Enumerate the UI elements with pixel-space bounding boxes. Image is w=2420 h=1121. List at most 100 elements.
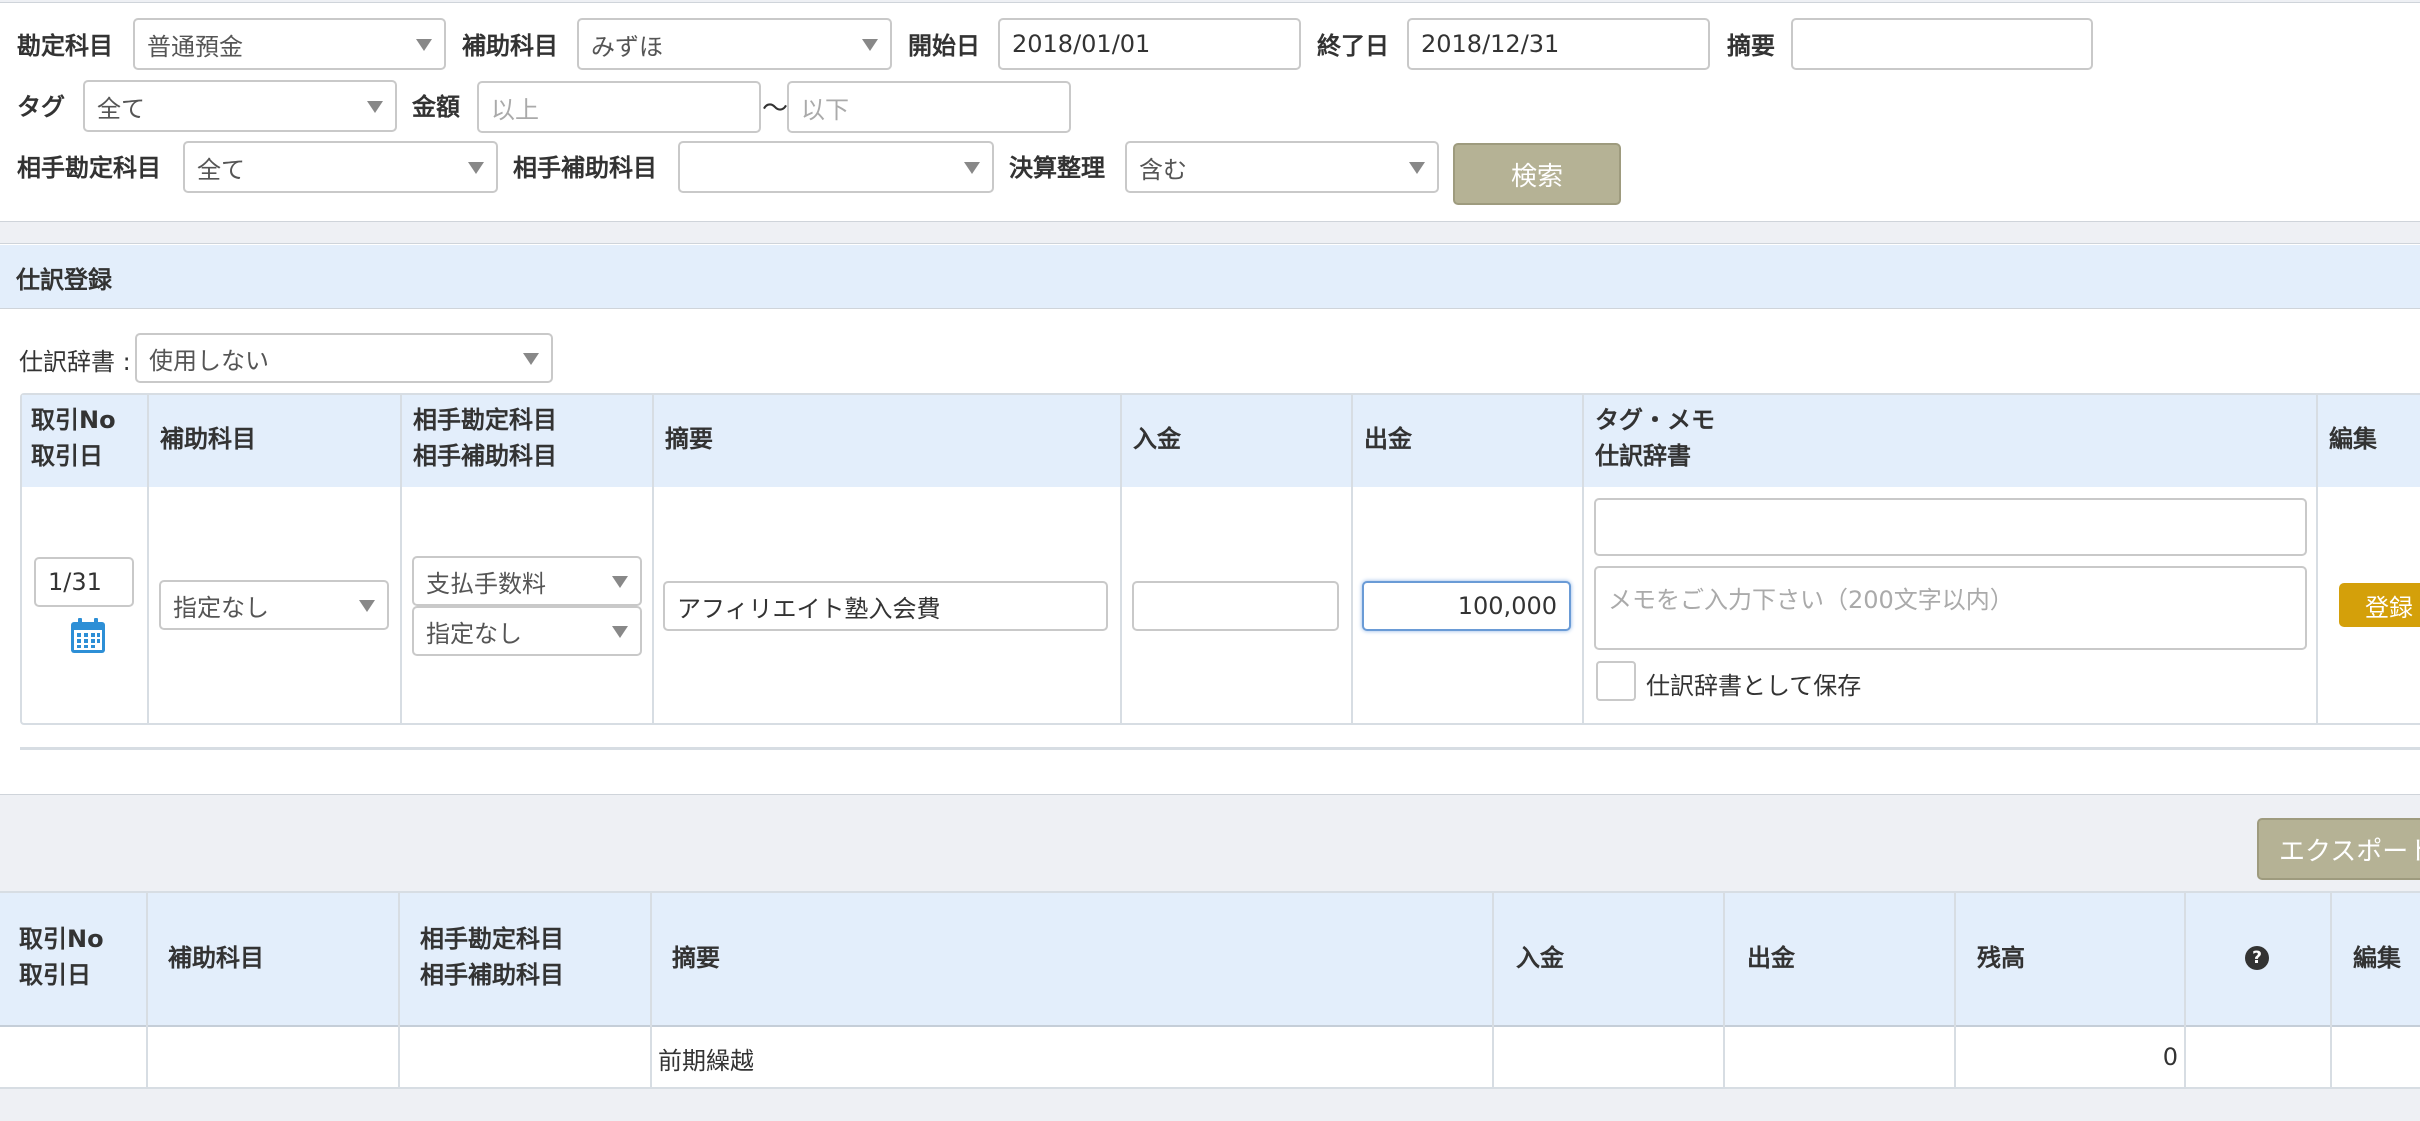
entry-note-placeholder: メモをご入力下さい（200文字以内） <box>1608 586 2014 614</box>
account-select-value: 普通預金 <box>147 32 243 61</box>
sub-account-select[interactable]: みずほ <box>577 18 892 70</box>
closing-label: 決算整理 <box>1009 154 1105 182</box>
memo-search-input[interactable] <box>1791 18 2093 70</box>
counter-account-label: 相手勘定科目 <box>17 154 161 182</box>
start-date-label: 開始日 <box>908 32 980 60</box>
ledger-header-withdrawal: 出金 <box>1747 944 1795 972</box>
ledger-header-counter-line1: 相手勘定科目 <box>420 925 564 953</box>
col-header-memo: 摘要 <box>665 425 713 453</box>
account-select[interactable]: 普通預金 <box>133 18 446 70</box>
end-date-value: 2018/12/31 <box>1421 30 1560 58</box>
col-header-counter-line1: 相手勘定科目 <box>413 406 557 434</box>
ledger-header-no: 取引No 取引日 <box>19 921 104 993</box>
col-divider <box>1954 893 1956 1087</box>
entry-counter-sub-value: 指定なし <box>426 619 522 648</box>
entry-sub-account-select[interactable]: 指定なし <box>159 580 389 630</box>
sub-account-label: 補助科目 <box>462 32 558 60</box>
col-header-no-line2: 取引日 <box>31 442 103 470</box>
date-input[interactable]: 1/31 <box>34 557 134 607</box>
chevron-down-icon <box>468 162 484 174</box>
dictionary-select-value: 使用しない <box>149 346 269 375</box>
entry-counter-account-select[interactable]: 支払手数料 <box>412 556 642 606</box>
save-dict-checkbox[interactable] <box>1596 661 1636 701</box>
col-divider <box>1492 893 1494 1087</box>
ledger-table-header <box>0 893 2420 1027</box>
end-date-input[interactable]: 2018/12/31 <box>1407 18 1710 70</box>
ledger-header-no-line2: 取引日 <box>19 961 91 989</box>
closing-select-value: 含む <box>1139 155 1187 184</box>
amount-min-input[interactable]: 以上 <box>477 81 761 133</box>
account-label: 勘定科目 <box>17 32 113 60</box>
chevron-down-icon <box>359 600 375 612</box>
entry-deposit-input[interactable] <box>1132 581 1339 631</box>
col-divider <box>398 893 400 1087</box>
col-divider <box>652 395 654 723</box>
col-header-deposit: 入金 <box>1133 425 1181 453</box>
dictionary-select[interactable]: 使用しない <box>135 333 553 383</box>
entry-counter-account-value: 支払手数料 <box>426 569 546 598</box>
entry-memo-value: アフィリエイト塾入会費 <box>677 594 941 623</box>
closing-select[interactable]: 含む <box>1125 141 1439 193</box>
chevron-down-icon <box>367 101 383 113</box>
ledger-row-balance: 0 <box>2162 1043 2178 1071</box>
amount-max-input[interactable]: 以下 <box>787 81 1071 133</box>
col-header-no: 取引No 取引日 <box>31 402 116 474</box>
entry-note-textarea[interactable]: メモをご入力下さい（200文字以内） <box>1594 566 2307 650</box>
export-button[interactable]: エクスポート <box>2257 818 2420 880</box>
entry-table-header <box>22 395 2420 487</box>
chevron-down-icon <box>612 576 628 588</box>
col-divider <box>2316 395 2318 723</box>
col-header-counter: 相手勘定科目 相手補助科目 <box>413 402 557 474</box>
sub-account-select-value: みずほ <box>591 32 663 61</box>
tag-select[interactable]: 全て <box>83 80 397 132</box>
save-dict-label: 仕訳辞書として保存 <box>1646 672 1862 700</box>
help-icon[interactable]: ? <box>2245 946 2269 970</box>
start-date-value: 2018/01/01 <box>1012 30 1151 58</box>
counter-account-select-value: 全て <box>197 155 245 184</box>
col-header-edit: 編集 <box>2329 425 2377 453</box>
ledger-header-counter-line2: 相手補助科目 <box>420 961 564 989</box>
entry-section-header <box>0 245 2420 309</box>
register-button[interactable]: 登録 <box>2339 583 2420 627</box>
ledger-header-memo: 摘要 <box>672 944 720 972</box>
entry-counter-sub-select[interactable]: 指定なし <box>412 606 642 656</box>
col-header-counter-line2: 相手補助科目 <box>413 442 557 470</box>
chevron-down-icon <box>862 39 878 51</box>
col-header-sub-account: 補助科目 <box>160 425 256 453</box>
amount-label: 金額 <box>412 93 460 121</box>
memo-label: 摘要 <box>1727 32 1775 60</box>
col-divider <box>1351 395 1353 723</box>
start-date-input[interactable]: 2018/01/01 <box>998 18 1301 70</box>
col-divider <box>400 395 402 723</box>
counter-sub-label: 相手補助科目 <box>513 154 657 182</box>
col-divider <box>650 893 652 1087</box>
date-value: 1/31 <box>48 568 102 596</box>
ledger-header-deposit: 入金 <box>1516 944 1564 972</box>
counter-sub-select[interactable] <box>678 141 994 193</box>
counter-account-select[interactable]: 全て <box>183 141 498 193</box>
col-divider <box>147 395 149 723</box>
entry-sub-account-value: 指定なし <box>173 593 269 622</box>
entry-divider <box>20 747 2420 750</box>
chevron-down-icon <box>523 353 539 365</box>
col-divider <box>1723 893 1725 1087</box>
amount-max-placeholder: 以下 <box>801 95 849 124</box>
entry-withdrawal-input[interactable]: 100,000 <box>1362 581 1571 631</box>
entry-withdrawal-value: 100,000 <box>1457 592 1557 620</box>
end-date-label: 終了日 <box>1317 32 1389 60</box>
ledger-row-memo: 前期繰越 <box>658 1047 754 1075</box>
dictionary-label: 仕訳辞書 : <box>19 348 131 376</box>
col-divider <box>2330 893 2332 1087</box>
ledger-header-balance: 残高 <box>1977 944 2025 972</box>
entry-memo-input[interactable]: アフィリエイト塾入会費 <box>663 581 1108 631</box>
col-header-tag-line1: タグ・メモ <box>1595 406 1715 434</box>
ledger-header-no-line1: 取引No <box>19 925 104 953</box>
col-header-tag-line2: 仕訳辞書 <box>1595 442 1691 470</box>
calendar-icon[interactable] <box>69 617 107 655</box>
search-button[interactable]: 検索 <box>1453 143 1621 205</box>
col-divider <box>1582 395 1584 723</box>
export-button-label: エクスポート <box>2279 836 2420 867</box>
amount-min-placeholder: 以上 <box>491 95 539 124</box>
entry-tag-input[interactable] <box>1594 498 2307 556</box>
search-button-label: 検索 <box>1510 161 1563 192</box>
